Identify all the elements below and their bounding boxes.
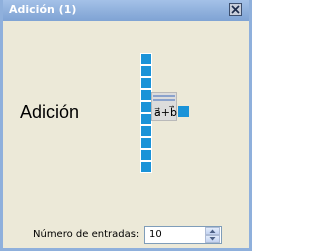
output-port[interactable] — [178, 106, 189, 117]
block-heading: Adición — [20, 102, 80, 122]
window-title: Adición (1) — [9, 3, 77, 16]
spin-down-button[interactable] — [205, 235, 220, 243]
spin-down-icon — [206, 236, 219, 242]
input-port[interactable] — [140, 77, 152, 89]
inputs-count-value[interactable]: 10 — [149, 229, 162, 240]
close-button[interactable] — [229, 3, 242, 16]
input-port[interactable] — [140, 53, 152, 65]
input-port[interactable] — [140, 65, 152, 77]
input-port[interactable] — [140, 149, 152, 161]
input-port[interactable] — [140, 125, 152, 137]
gate-stripe — [153, 95, 175, 97]
gate-stripe — [153, 99, 175, 101]
addition-gate[interactable]: a⃗+b⃗ — [151, 92, 177, 121]
gate-label: a⃗+b⃗ — [154, 106, 177, 119]
spin-up-button[interactable] — [205, 227, 220, 235]
inputs-count-spinner[interactable]: 10 — [144, 226, 222, 244]
inputs-count-label: Número de entradas: — [33, 229, 140, 240]
spin-up-icon — [206, 228, 219, 234]
dialog-body: Adición a⃗+b⃗ Número de entradas: 10 — [3, 21, 249, 248]
title-bar[interactable]: Adición (1) — [3, 0, 249, 21]
adicion-dialog: Adición (1) Adición a⃗+b⃗ Número de entr… — [0, 0, 252, 251]
close-icon — [230, 4, 241, 15]
input-port[interactable] — [140, 137, 152, 149]
input-port[interactable] — [140, 161, 152, 173]
